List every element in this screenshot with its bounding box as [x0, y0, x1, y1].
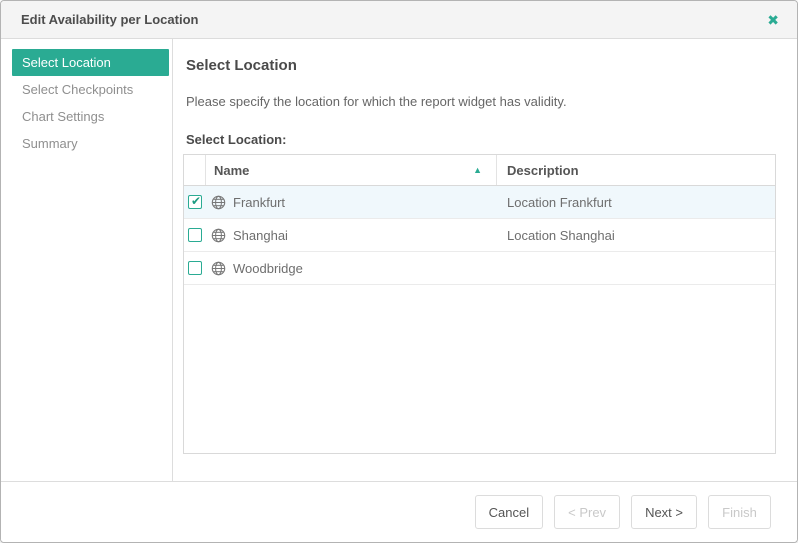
- table-row[interactable]: Woodbridge: [184, 252, 775, 285]
- location-name: Frankfurt: [233, 194, 286, 210]
- edit-availability-dialog: Edit Availability per Location ✖ Select …: [0, 0, 798, 543]
- column-header-name[interactable]: Name ▲: [206, 155, 497, 185]
- column-header-checkbox: [184, 155, 206, 185]
- locations-table: Name ▲ Description ✔ Frankfurt Location Fr…: [183, 154, 776, 454]
- finish-button: Finish: [708, 495, 771, 529]
- table-row[interactable]: ✔ Frankfurt Location Frankfurt: [184, 186, 775, 219]
- close-icon[interactable]: ✖: [767, 13, 779, 27]
- sidebar-item-summary[interactable]: Summary: [12, 130, 169, 157]
- table-row[interactable]: Shanghai Location Shanghai: [184, 219, 775, 252]
- globe-icon: [211, 195, 226, 210]
- row-checkbox-unchecked[interactable]: [188, 228, 202, 242]
- name-cell: Frankfurt: [206, 195, 497, 210]
- next-button[interactable]: Next >: [631, 495, 697, 529]
- globe-icon: [211, 261, 226, 276]
- dialog-body: Select Location Select Checkpoints Chart S…: [1, 39, 797, 481]
- location-name: Woodbridge: [233, 260, 303, 276]
- globe-icon: [211, 228, 226, 243]
- page-title: Select Location: [186, 57, 297, 74]
- wizard-step-list: Select Location Select Checkpoints Chart S…: [1, 39, 173, 481]
- table-body: ✔ Frankfurt Location Frankfurt Shanghai Loca…: [184, 186, 775, 453]
- step-description: Please specify the location for which th…: [186, 94, 567, 109]
- sort-ascending-icon: ▲: [473, 164, 482, 175]
- checkbox-cell: ✔: [184, 195, 206, 209]
- column-header-name-label: Name: [214, 162, 250, 178]
- row-checkbox-unchecked[interactable]: [188, 261, 202, 275]
- column-header-description[interactable]: Description: [497, 155, 775, 185]
- description-cell: Location Shanghai: [507, 227, 615, 243]
- step-content: Select Location Please specify the locat…: [173, 39, 797, 481]
- sidebar-item-chart-settings[interactable]: Chart Settings: [12, 103, 169, 130]
- row-checkbox-checked[interactable]: ✔: [188, 195, 202, 209]
- checkbox-cell: [184, 261, 206, 275]
- location-name: Shanghai: [233, 227, 288, 243]
- table-header-row: Name ▲ Description: [184, 155, 775, 186]
- dialog-title: Edit Availability per Location: [21, 12, 199, 27]
- cancel-button[interactable]: Cancel: [474, 495, 544, 529]
- name-cell: Woodbridge: [206, 261, 497, 276]
- description-cell: Location Frankfurt: [507, 194, 612, 210]
- sidebar-item-select-checkpoints[interactable]: Select Checkpoints: [12, 76, 169, 103]
- checkbox-cell: [184, 228, 206, 242]
- table-label: Select Location:: [186, 132, 287, 147]
- dialog-footer: Cancel < Prev Next > Finish: [1, 481, 797, 542]
- checkmark-icon: ✔: [190, 194, 202, 208]
- prev-button: < Prev: [554, 495, 621, 529]
- dialog-header: Edit Availability per Location ✖: [1, 1, 797, 39]
- sidebar-item-select-location[interactable]: Select Location: [12, 49, 169, 76]
- name-cell: Shanghai: [206, 228, 497, 243]
